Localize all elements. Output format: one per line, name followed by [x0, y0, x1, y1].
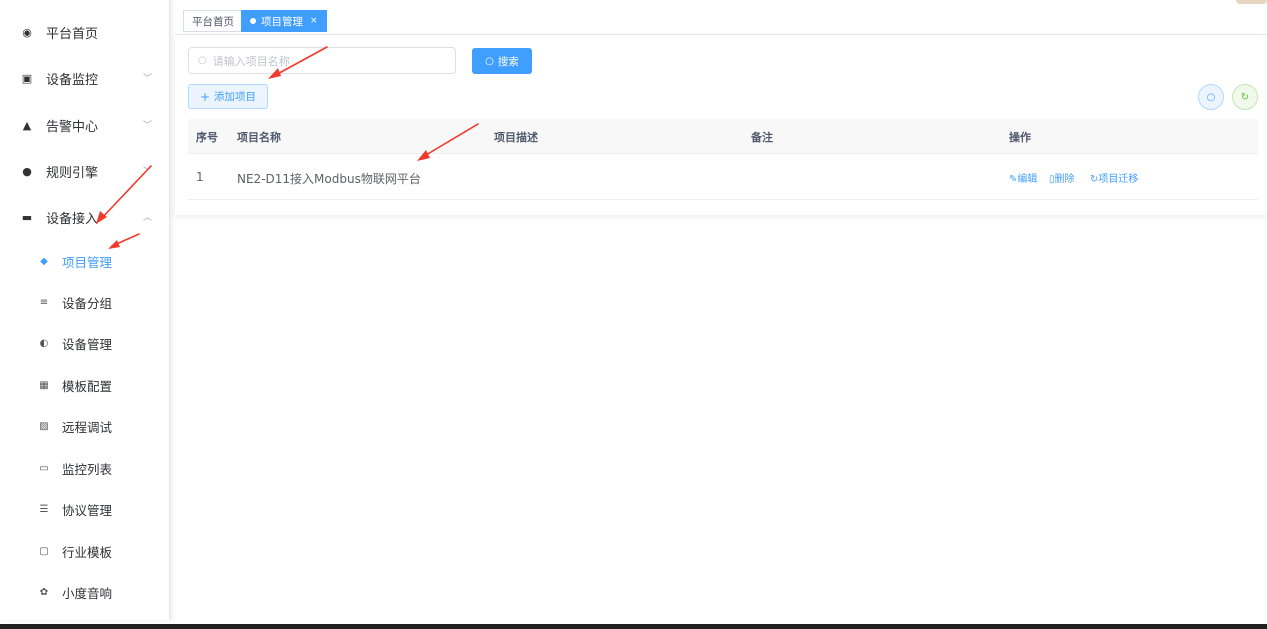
- search-icon: ○: [198, 55, 207, 66]
- cell-project-name: NE2-D11接入Modbus物联网平台: [237, 172, 421, 186]
- chevron-down-icon: ﹀: [142, 121, 152, 131]
- chevron-up-icon: ︿: [142, 213, 152, 223]
- sidebar-subitem-label: 设备分组: [62, 295, 113, 311]
- delete-button[interactable]: ▯删除: [1049, 170, 1075, 185]
- sidebar-subitem-label: 设备管理: [62, 336, 113, 352]
- plus-icon: +: [199, 89, 211, 104]
- edit-button[interactable]: ✎编辑: [1009, 170, 1037, 185]
- sidebar-item-alarm-center[interactable]: ▲ 告警中心 ﹀: [0, 113, 170, 137]
- sidebar-subitem-industry-template[interactable]: ▢ 行业模板: [0, 539, 170, 563]
- sidebar: ◉ 平台首页 ▣ 设备监控 ﹀ ▲ 告警中心 ﹀ ● 规则引擎 ﹀ ▬ 设备接入…: [0, 0, 170, 620]
- alarm-icon: ▲: [22, 118, 32, 132]
- add-project-button[interactable]: + 添加项目: [188, 84, 268, 109]
- sidebar-item-label: 规则引擎: [46, 165, 99, 181]
- group-icon: ≡: [39, 296, 49, 308]
- chevron-down-icon: ﹀: [142, 74, 152, 84]
- taskbar-edge: [0, 624, 1267, 629]
- sidebar-item-label: 设备接入: [46, 211, 99, 227]
- sidebar-item-label: 平台首页: [46, 26, 99, 42]
- rule-icon: ●: [22, 164, 32, 178]
- table-row: 1 NE2-D11接入Modbus物联网平台 ✎编辑 ▯删除 ↻项目迁移: [188, 154, 1258, 200]
- column-header-index: 序号: [196, 131, 218, 144]
- sidebar-item-label: 告警中心: [46, 119, 99, 135]
- column-header-description: 项目描述: [494, 131, 538, 144]
- migrate-label: 项目迁移: [1098, 174, 1139, 185]
- toggle-search-button[interactable]: ○: [1198, 84, 1224, 110]
- column-header-actions: 操作: [1009, 131, 1031, 144]
- refresh-icon: ↻: [1240, 91, 1250, 103]
- chevron-down-icon: ﹀: [142, 167, 152, 177]
- sidebar-subitem-protocol-management[interactable]: ☰ 协议管理: [0, 497, 170, 521]
- cell-index: 1: [196, 170, 204, 184]
- edit-label: 编辑: [1017, 174, 1038, 185]
- project-table: 序号 项目名称 项目描述 备注 操作 1 NE2-D11接入Modbus物联网平…: [188, 119, 1258, 200]
- search-button[interactable]: ○ 搜索: [472, 48, 532, 74]
- sidebar-subitem-device-management[interactable]: ◐ 设备管理: [0, 331, 170, 355]
- close-icon[interactable]: ×: [310, 16, 318, 26]
- video-icon: ▭: [39, 462, 49, 474]
- search-placeholder: 请输入项目名称: [212, 54, 290, 68]
- sidebar-item-label: 设备监控: [46, 72, 99, 88]
- template-icon: ▢: [39, 545, 49, 557]
- column-header-name: 项目名称: [237, 131, 281, 144]
- sidebar-item-device-monitor[interactable]: ▣ 设备监控 ﹀: [0, 66, 170, 90]
- delete-label: 删除: [1054, 174, 1075, 185]
- active-dot-icon: [250, 18, 256, 24]
- sidebar-subitem-xiaodu-speaker[interactable]: ✿ 小度音响: [0, 580, 170, 604]
- avatar: [1236, 0, 1267, 4]
- sidebar-subitem-project-management[interactable]: ◆ 项目管理: [0, 249, 170, 273]
- sidebar-item-home[interactable]: ◉ 平台首页: [0, 20, 170, 44]
- sidebar-subitem-label: 小度音响: [62, 585, 113, 601]
- refresh-button[interactable]: ↻: [1232, 84, 1258, 110]
- sidebar-subitem-label: 模板配置: [62, 378, 113, 394]
- sidebar-item-rule-engine[interactable]: ● 规则引擎 ﹀: [0, 159, 170, 183]
- sidebar-subitem-template-config[interactable]: ▦ 模板配置: [0, 373, 170, 397]
- monitor-icon: ▣: [21, 71, 33, 85]
- sidebar-item-device-access[interactable]: ▬ 设备接入 ︿: [0, 205, 170, 229]
- tab-project-management[interactable]: 项目管理 ×: [241, 10, 327, 32]
- sidebar-subitem-label: 远程调试: [62, 419, 113, 435]
- speaker-icon: ✿: [39, 586, 49, 598]
- grid-icon: ▦: [39, 379, 49, 391]
- add-project-label: 添加项目: [214, 91, 257, 103]
- sidebar-subitem-label: 协议管理: [62, 502, 113, 518]
- tab-label: 项目管理: [261, 15, 303, 28]
- sidebar-subitem-monitor-list[interactable]: ▭ 监控列表: [0, 456, 170, 480]
- tags-view: 平台首页 项目管理 ×: [175, 5, 1267, 35]
- sidebar-subitem-device-group[interactable]: ≡ 设备分组: [0, 290, 170, 314]
- debug-icon: ▨: [39, 420, 49, 432]
- search-icon: ○: [1206, 91, 1216, 103]
- search-icon: ○: [485, 55, 494, 67]
- search-button-label: 搜索: [497, 55, 519, 68]
- migrate-button[interactable]: ↻项目迁移: [1090, 170, 1138, 185]
- table-header: 序号 项目名称 项目描述 备注 操作: [188, 119, 1258, 154]
- app-window: ◉ 平台首页 ▣ 设备监控 ﹀ ▲ 告警中心 ﹀ ● 规则引擎 ﹀ ▬ 设备接入…: [0, 0, 1267, 629]
- server-icon: ▬: [21, 210, 33, 224]
- tab-label: 平台首页: [192, 15, 234, 28]
- tab-home[interactable]: 平台首页: [183, 10, 243, 32]
- toggle-icon: ◐: [39, 337, 49, 349]
- sidebar-subitem-label: 监控列表: [62, 461, 113, 477]
- column-header-remark: 备注: [751, 131, 773, 144]
- list-icon: ☰: [39, 503, 49, 515]
- dashboard-icon: ◉: [22, 25, 32, 39]
- sidebar-subitem-remote-debug[interactable]: ▨ 远程调试: [0, 414, 170, 438]
- sidebar-subitem-label: 项目管理: [62, 254, 113, 270]
- layers-icon: ◆: [40, 255, 48, 267]
- sidebar-subitem-label: 行业模板: [62, 544, 113, 560]
- search-input[interactable]: ○ 请输入项目名称: [188, 47, 456, 74]
